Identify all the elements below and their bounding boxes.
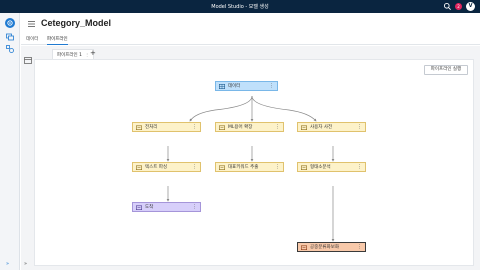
kebab-icon[interactable]: ⋮: [192, 204, 197, 210]
notification-badge[interactable]: 2: [455, 3, 462, 10]
pipeline-node-dict[interactable]: 사용자 사전 ⋮: [297, 122, 366, 132]
add-pipeline-button[interactable]: +: [90, 50, 96, 57]
kebab-icon[interactable]: ⋮: [192, 164, 197, 170]
kebab-icon[interactable]: ⋮: [275, 124, 280, 130]
node-label: 대표키워드 추출: [228, 165, 259, 170]
kebab-icon[interactable]: ⋮: [275, 164, 280, 170]
node-icon: [219, 165, 225, 170]
app-title: Model Studio - 모델 생성: [211, 4, 269, 10]
user-avatar[interactable]: V: [466, 2, 475, 11]
kebab-icon[interactable]: ⋮: [357, 244, 362, 250]
pipeline-node-parse[interactable]: 텍스트 파싱 ⋮: [132, 162, 201, 172]
expand-rail-icon[interactable]: »: [6, 261, 9, 267]
pipeline-node-ml[interactable]: ML용어 확장 ⋮: [215, 122, 284, 132]
edge-data-preprocess: [189, 95, 253, 122]
pipeline-node-classify[interactable]: 공중분류화보화 ⋮: [297, 242, 366, 252]
page-header: Cetegory_Model: [21, 13, 480, 35]
node-label: ML용어 확장: [228, 125, 253, 130]
end-node-icon: [136, 205, 142, 210]
node-icon: [301, 125, 307, 130]
nodes-panel-icon[interactable]: [24, 57, 32, 64]
kebab-icon[interactable]: ⋮: [192, 124, 197, 130]
node-icon: [301, 165, 307, 170]
node-icon: [301, 245, 307, 250]
kebab-icon[interactable]: ⋮: [357, 164, 362, 170]
pipeline-tab[interactable]: 파이프라인 1 ⋮: [52, 49, 94, 59]
node-label: 형태소분석: [310, 165, 331, 170]
tab-pipeline[interactable]: 파이프라인: [47, 36, 68, 45]
pipeline-node-end[interactable]: 도착 ⋮: [132, 202, 201, 212]
node-icon: [136, 165, 142, 170]
kebab-icon[interactable]: ⋮: [269, 83, 274, 89]
pipeline-workspace: » 파이프라인 1 ⋮ + 파이프라인 실행 데이터 ⋮ 전처리 ⋮ ML용어 …: [21, 46, 480, 270]
collapse-panel-icon[interactable]: »: [24, 261, 27, 267]
pipeline-node-keyword[interactable]: 대표키워드 추출 ⋮: [215, 162, 284, 172]
node-label: 도착: [145, 205, 154, 210]
tab-data[interactable]: 데이터: [26, 36, 38, 44]
node-label: 전처리: [145, 125, 158, 130]
kebab-icon[interactable]: ⋮: [357, 124, 362, 130]
node-icon: [136, 125, 142, 130]
pipeline-node-preprocess[interactable]: 전처리 ⋮: [132, 122, 201, 132]
pipeline-tab-label: 파이프라인 1: [57, 52, 82, 58]
pipeline-node-morph[interactable]: 형태소분석 ⋮: [297, 162, 366, 172]
top-bar: Model Studio - 모델 생성 2 V: [0, 0, 480, 13]
node-label: 데이터: [228, 84, 241, 89]
search-icon[interactable]: [443, 2, 452, 11]
tab-menu-icon[interactable]: ⋮: [85, 52, 89, 57]
data-table-icon: [219, 83, 225, 89]
node-label: 텍스트 파싱: [145, 165, 168, 170]
page-title: Cetegory_Model: [41, 18, 112, 28]
main-tabs: 데이터 파이프라인: [21, 35, 480, 45]
edge-data-dict: [251, 95, 317, 122]
pipeline-node-data[interactable]: 데이터 ⋮: [215, 81, 278, 91]
left-rail: »: [0, 13, 20, 270]
settings-icon[interactable]: [5, 44, 15, 54]
model-studio-icon[interactable]: [5, 18, 15, 28]
pipeline-canvas[interactable]: 파이프라인 실행 데이터 ⋮ 전처리 ⋮ ML용어 확장 ⋮ 사용자 사전 ⋮ …: [34, 59, 474, 266]
node-label: 사용자 사전: [310, 125, 333, 130]
menu-icon[interactable]: [27, 20, 36, 28]
projects-icon[interactable]: [5, 32, 15, 42]
node-label: 공중분류화보화: [310, 245, 339, 250]
node-icon: [219, 125, 225, 130]
